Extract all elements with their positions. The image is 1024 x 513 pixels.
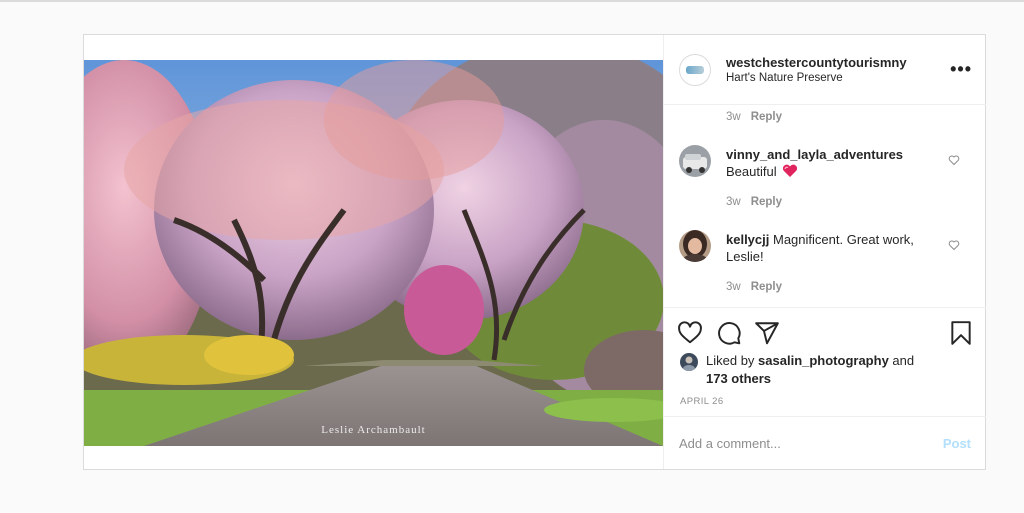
comment-icon[interactable] xyxy=(716,320,742,346)
share-icon[interactable] xyxy=(754,320,780,346)
account-avatar[interactable] xyxy=(679,54,711,86)
post-date[interactable]: APRIL 26 xyxy=(680,396,724,407)
heart-icon[interactable] xyxy=(677,320,703,346)
photo-watermark: Leslie Archambault xyxy=(321,424,426,436)
commenter-avatar-image xyxy=(679,230,711,262)
photo-illustration xyxy=(84,60,663,446)
liked-by-and: and xyxy=(892,353,915,368)
like-comment-heart-icon[interactable] xyxy=(948,239,960,251)
post-sidebar: westchestercountytourismny Hart's Nature… xyxy=(663,35,986,469)
comment-time: 3w xyxy=(726,196,741,208)
account-name-link[interactable]: westchestercountytourismny xyxy=(726,55,907,70)
post-comment-button[interactable]: Post xyxy=(943,436,971,451)
comment-time: 3w xyxy=(726,111,741,123)
add-comment-bar: Post xyxy=(664,416,986,469)
liker-avatar-image xyxy=(680,353,698,371)
comment-username[interactable]: vinny_and_layla_adventures xyxy=(726,146,926,163)
location-link[interactable]: Hart's Nature Preserve xyxy=(726,72,843,84)
comment-meta: 3w Reply xyxy=(726,196,782,208)
liked-by-prefix: Liked by xyxy=(706,353,755,368)
reply-button[interactable]: Reply xyxy=(751,111,782,123)
comment-body: kellycjj Magnificent. Great work, Leslie… xyxy=(726,231,926,265)
comment-text: Beautiful xyxy=(726,164,777,179)
photo-pane: Leslie Archambault xyxy=(84,35,663,469)
comment-meta: 3w Reply xyxy=(726,281,782,293)
comment-meta: 3w Reply xyxy=(726,111,782,123)
top-divider xyxy=(0,0,1024,2)
likes-others-link[interactable]: 173 others xyxy=(706,370,771,387)
commenter-avatar[interactable] xyxy=(679,145,711,177)
heart-emoji-icon xyxy=(783,164,798,177)
bookmark-icon[interactable] xyxy=(948,320,974,346)
commenter-avatar-image xyxy=(679,145,711,177)
comment-body: vinny_and_layla_adventures Beautiful xyxy=(726,146,926,180)
comments-list[interactable]: 3w Reply vinny_and_layla_adventures Beaut… xyxy=(664,105,986,307)
comment-username[interactable]: kellycjj xyxy=(726,232,769,247)
liker-username[interactable]: sasalin_photography xyxy=(758,353,889,368)
account-logo xyxy=(686,66,704,74)
liker-avatar[interactable] xyxy=(680,353,698,371)
add-comment-input[interactable] xyxy=(679,432,919,454)
post-header: westchestercountytourismny Hart's Nature… xyxy=(664,35,986,105)
like-comment-heart-icon[interactable] xyxy=(948,154,960,166)
post-photo[interactable]: Leslie Archambault xyxy=(84,60,663,446)
liked-by-text: Liked by sasalin_photography and xyxy=(706,352,936,369)
post-actions: Liked by sasalin_photography and 173 oth… xyxy=(664,307,986,416)
reply-button[interactable]: Reply xyxy=(751,196,782,208)
comment-text-line: Beautiful xyxy=(726,163,926,180)
commenter-avatar[interactable] xyxy=(679,230,711,262)
reply-button[interactable]: Reply xyxy=(751,281,782,293)
more-horizontal-icon[interactable]: ••• xyxy=(950,59,972,80)
post-card: Leslie Archambault westchestercountytour… xyxy=(83,34,986,470)
comment-time: 3w xyxy=(726,281,741,293)
